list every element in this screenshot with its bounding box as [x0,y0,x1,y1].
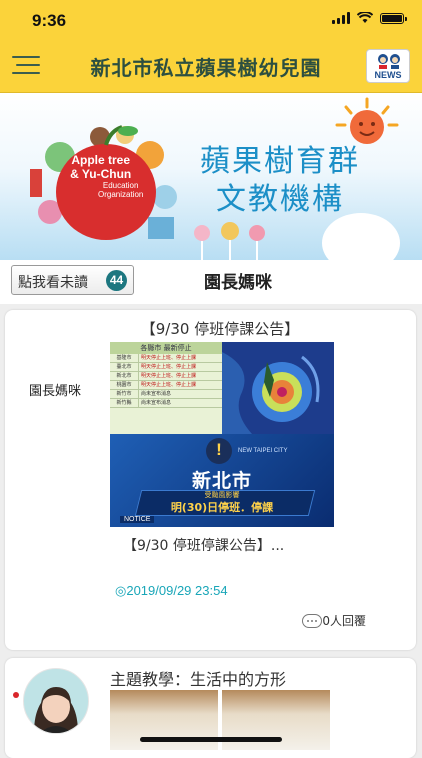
closure-table: 各縣市 最新停止 基隆市 明天停止上班、停止上課 臺北市 明天停止上班、停止上課 新… [110,342,222,434]
warning-icon [206,438,232,464]
table-row: 新北市 明天停止上班、停止上課 [110,372,222,381]
notice-tag: NOTICE [120,516,155,523]
chat-bubble-icon [302,613,323,628]
wifi-icon [357,12,373,23]
logo-line4: Organization [98,190,144,199]
section-title: 園長媽咪 [204,273,272,293]
children-icon [378,54,400,69]
post-title[interactable]: 主題教學：生活中的方形 [110,666,286,690]
unread-dot [13,692,19,698]
table-row: 新竹縣 尚未宣布消息 [110,399,222,408]
cloud-decoration [322,213,400,260]
post-date: ◎2019/09/29 23:54 [115,583,228,598]
post-image[interactable]: 各縣市 最新停止 基隆市 明天停止上班、停止上課 臺北市 明天停止上班、停止上課 新… [110,342,334,527]
notice-city: 新北市 [191,470,252,492]
status-time: 9:36 [32,11,67,30]
logo-line1: Apple tree [71,153,131,167]
status-icons [332,12,407,24]
logo-text: Apple tree & Yu-Chun Education Organizat… [58,153,143,199]
app-title: 新北市私立蘋果樹幼兒園 [90,56,322,80]
news-label: NEWS [374,70,402,80]
cellular-signal-icon [332,12,350,24]
table-row: 基隆市 明天停止上班、停止上課 [110,354,222,363]
status-bar: 9:36 [0,0,422,40]
post-author: 園長媽咪 [29,384,82,399]
post-excerpt: 【9/30 停班停課公告】... [123,538,285,554]
filter-bar: 點我看未讀 44 園長媽咪 [0,260,422,304]
news-button[interactable]: NEWS [366,49,410,83]
app-header: 新北市私立蘋果樹幼兒園 NEWS [0,40,422,93]
reply-count: 0人回覆 [322,614,366,628]
logo-line2: & Yu-Chun [70,167,132,181]
unread-label: 點我看未讀 [18,275,88,291]
hamburger-menu-icon[interactable] [12,56,44,78]
lollipop-decoration [194,222,265,260]
banner-headline-line2: 文教機構 [216,182,344,217]
banner-headline: 蘋果樹育群 文教機構 [170,143,390,219]
post-card[interactable]: 主題教學：生活中的方形 [5,658,416,758]
notice-graphic: NEW TAIPEI CITY 新北市 受颱風影響 明(30)日停班．停課 NO… [110,434,334,527]
table-row: 桃園市 明天停止上班、停止上課 [110,381,222,390]
post-card[interactable]: 園長媽咪 【9/30 停班停課公告】 各縣市 最新停止 基隆市 明天停止上班、停止… [5,310,416,650]
notice-header: NEW TAIPEI CITY [238,448,288,454]
avatar [23,668,89,734]
typhoon-map-graphic [222,342,334,434]
unread-count-badge: 44 [106,270,127,291]
table-row: 臺北市 明天停止上班、停止上課 [110,363,222,372]
post-title[interactable]: 【9/30 停班停課公告】 [110,318,330,339]
table-row: 新竹市 尚未宣布消息 [110,390,222,399]
home-indicator[interactable] [140,737,282,742]
logo-line3: Education [102,181,139,190]
battery-icon [380,12,407,24]
avatar-photo [24,669,88,733]
closure-table-header: 各縣市 最新停止 [110,342,222,354]
banner-headline-line1: 蘋果樹育群 [200,144,360,179]
banner: Apple tree & Yu-Chun Education Organizat… [0,93,422,260]
reply-button[interactable]: 0人回覆 [302,612,366,629]
unread-button[interactable]: 點我看未讀 44 [11,265,134,295]
notice-strip-text: 明(30)日停班．停課 [170,501,274,514]
typhoon-map [222,342,334,434]
